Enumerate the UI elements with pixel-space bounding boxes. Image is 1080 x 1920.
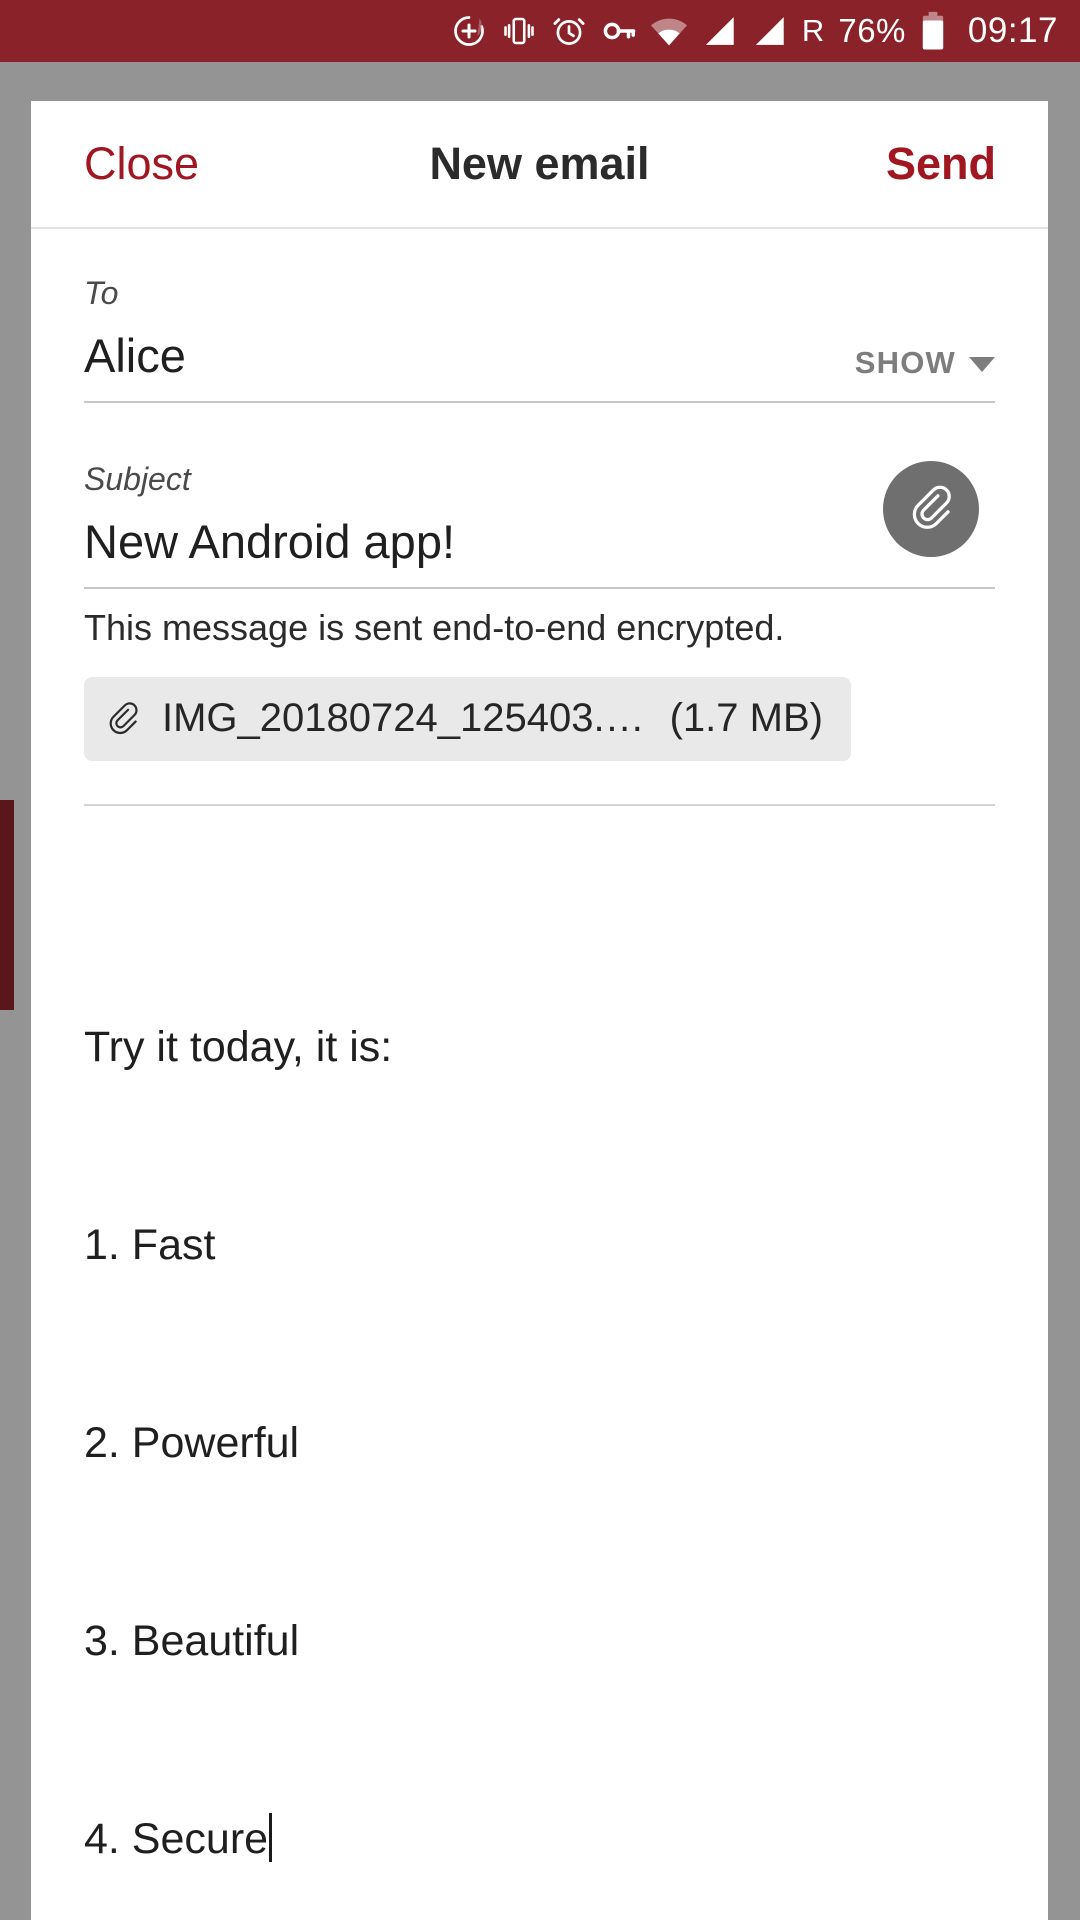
to-label: To bbox=[84, 275, 119, 311]
wifi-icon bbox=[644, 0, 694, 62]
alarm-icon bbox=[544, 0, 594, 62]
battery-icon bbox=[916, 0, 950, 62]
body-line: 2. Powerful bbox=[84, 1419, 300, 1467]
body-line-with-caret: 4. Secure bbox=[84, 1806, 995, 1872]
subject-input[interactable]: New Android app! bbox=[84, 499, 864, 587]
attachment-name: IMG_20180724_125403.… bbox=[162, 696, 645, 740]
encryption-note: This message is sent end-to-end encrypte… bbox=[84, 607, 785, 648]
send-button[interactable]: Send bbox=[886, 101, 996, 227]
new-email-dialog: Close New email Send To Alice SHOW Subje… bbox=[31, 101, 1048, 1920]
show-recipients-button[interactable]: SHOW bbox=[855, 345, 995, 381]
dialog-appbar: Close New email Send bbox=[31, 101, 1048, 229]
chevron-down-icon bbox=[969, 356, 995, 372]
signal-bar-1-icon bbox=[694, 0, 744, 62]
mail-body-input[interactable]: Try it today, it is: 1. Fast 2. Powerful… bbox=[84, 806, 995, 1920]
battery-percentage: 76% bbox=[838, 12, 906, 49]
body-line: 3. Beautiful bbox=[84, 1617, 300, 1665]
body-line-text: 4. Secure bbox=[84, 1815, 269, 1863]
to-field-underline bbox=[84, 401, 995, 403]
body-line: 1. Fast bbox=[84, 1221, 216, 1269]
attachment-size: (1.7 MB) bbox=[669, 696, 823, 740]
background-app-strip bbox=[0, 800, 14, 1010]
subject-label: Subject bbox=[84, 461, 191, 497]
attach-file-button[interactable] bbox=[883, 461, 979, 557]
paperclip-icon bbox=[106, 699, 140, 737]
recipient-field[interactable]: To Alice SHOW bbox=[84, 247, 995, 403]
screen-rotation-icon bbox=[444, 0, 494, 62]
show-recipients-label: SHOW bbox=[854, 345, 956, 380]
roaming-indicator: R bbox=[801, 13, 825, 48]
subject-field-underline bbox=[84, 587, 995, 589]
attachment-list: IMG_20180724_125403.… (1.7 MB) bbox=[84, 655, 995, 761]
status-bar-clock: 09:17 bbox=[967, 11, 1058, 50]
status-bar: R 76% 09:17 bbox=[0, 0, 1080, 62]
vpn-key-icon bbox=[594, 0, 644, 62]
signal-bar-2-icon bbox=[744, 0, 794, 62]
body-line: Try it today, it is: bbox=[84, 1023, 393, 1071]
subject-field[interactable]: Subject New Android app! bbox=[84, 433, 995, 589]
paperclip-icon bbox=[908, 484, 954, 535]
vibrate-icon bbox=[494, 0, 544, 62]
text-cursor bbox=[269, 1813, 273, 1862]
attachment-chip[interactable]: IMG_20180724_125403.… (1.7 MB) bbox=[84, 677, 851, 761]
